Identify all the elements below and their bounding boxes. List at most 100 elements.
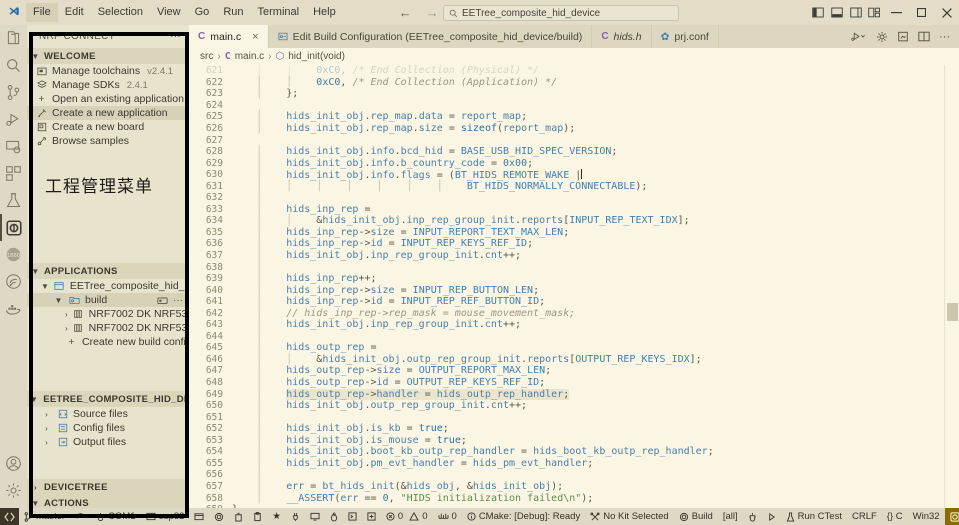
sidebar-item-create-new-board[interactable]: Create a new board (27, 120, 189, 134)
sidebar-item-output-files[interactable]: › Output files (27, 435, 189, 449)
sidebar-item-create-new-application[interactable]: Create a new application (27, 106, 189, 120)
tab-hids-h[interactable]: C hids.h (592, 25, 652, 48)
sidebar-item-browse-samples[interactable]: Browse samples (27, 134, 189, 148)
extensions-icon[interactable] (0, 160, 27, 187)
toggle-secondary-sidebar-icon[interactable] (846, 0, 865, 25)
status-eol[interactable]: CRLF (847, 508, 882, 525)
build-action-icon[interactable] (157, 296, 168, 305)
status-warnings[interactable]: 0 (408, 508, 432, 525)
nrf-connect-icon[interactable] (0, 214, 27, 241)
account-icon[interactable] (0, 450, 27, 477)
sidebar-item-source-files[interactable]: › Source files (27, 407, 189, 421)
status-plug[interactable] (286, 508, 305, 525)
sidebar-item-build[interactable]: ▼ build ··· (27, 293, 189, 307)
status-cmake[interactable]: CMake: [Debug]: Ready (462, 508, 585, 525)
section-header-welcome[interactable]: ▼ WELCOME (27, 48, 189, 64)
section-header-applications[interactable]: ▼ APPLICATIONS (27, 263, 189, 279)
iot-wifi-icon[interactable] (0, 268, 27, 295)
status-sync[interactable] (70, 508, 91, 525)
status-board[interactable]: esp32 (141, 508, 190, 525)
sidebar-item-create-new-build-configuration[interactable]: + Create new build configurat... (27, 335, 189, 349)
menu-edit[interactable]: Edit (58, 3, 91, 22)
editor-scrollbar-thumb[interactable] (947, 303, 958, 321)
sidebar-item-board-net[interactable]: › NRF7002 DK NRF5340 net... (27, 321, 189, 335)
code-editor[interactable]: 621 │ │ 0xC0, /* End Collection (Physica… (189, 65, 959, 508)
build-action-icon[interactable] (897, 31, 909, 43)
minimize-icon[interactable] (884, 0, 909, 25)
status-debug-target[interactable] (743, 508, 762, 525)
settings-gear-icon[interactable] (0, 477, 27, 504)
sidebar-item-open-existing-application[interactable]: + Open an existing application (27, 92, 189, 106)
sidebar-item-config-files[interactable]: › Config files (27, 421, 189, 435)
status-run-ctest[interactable]: Run CTest (781, 508, 847, 525)
menu-selection[interactable]: Selection (91, 3, 150, 22)
sidebar-item-manage-sdks[interactable]: Manage SDKs 2.4.1 (27, 78, 189, 92)
remote-explorer-icon[interactable] (0, 133, 27, 160)
status-language-mode[interactable]: {} C (882, 508, 908, 525)
breadcrumb-file[interactable]: main.c (235, 51, 264, 62)
status-folder-open[interactable] (189, 508, 209, 525)
customize-layout-icon[interactable] (865, 0, 884, 25)
sidebar-item-board-app[interactable]: › NRF7002 DK NRF5340 ap... (27, 307, 189, 321)
breadcrumb-symbol[interactable]: hid_init(void) (288, 51, 345, 62)
explorer-icon[interactable] (0, 25, 27, 52)
menu-go[interactable]: Go (188, 3, 217, 22)
testing-beaker-icon[interactable] (0, 187, 27, 214)
platformio-icon[interactable]: 1880 (0, 241, 27, 268)
chevron-right-icon[interactable]: › (65, 310, 68, 319)
chevron-right-icon[interactable]: › (41, 424, 52, 433)
menu-help[interactable]: Help (306, 3, 343, 22)
more-actions-icon[interactable]: ··· (170, 31, 181, 42)
section-header-devicetree[interactable]: › DEVICETREE (27, 479, 189, 495)
search-icon[interactable] (0, 52, 27, 79)
status-serial-port[interactable]: COM1 (91, 508, 140, 525)
status-remote-window[interactable] (0, 508, 19, 525)
toggle-panel-icon[interactable] (827, 0, 846, 25)
status-build-target[interactable]: [all] (718, 508, 743, 525)
chevron-down-icon[interactable]: ▼ (53, 296, 64, 305)
status-nrf-project[interactable]: EETree_composite_hid_device: build (944, 508, 959, 525)
arrow-right-icon[interactable]: → (426, 5, 439, 20)
status-platform[interactable]: Win32 (908, 508, 945, 525)
status-terminal-box[interactable] (343, 508, 362, 525)
arrow-left-icon[interactable]: ← (399, 5, 412, 20)
more-actions-icon[interactable]: ··· (939, 31, 950, 43)
sidebar-item-application[interactable]: ▼ EETree_composite_hid_device... (27, 279, 189, 293)
chevron-right-icon[interactable]: › (41, 410, 52, 419)
status-build-gear[interactable] (209, 508, 229, 525)
status-monitor[interactable] (305, 508, 325, 525)
tab-edit-build-configuration[interactable]: Edit Build Configuration (EETree_composi… (269, 25, 593, 48)
status-trash[interactable] (229, 508, 248, 525)
status-add-box[interactable] (362, 508, 381, 525)
maximize-icon[interactable] (909, 0, 934, 25)
chevron-right-icon[interactable]: › (41, 438, 52, 447)
chevron-right-icon[interactable]: › (65, 324, 68, 333)
docker-icon[interactable] (0, 295, 27, 322)
sidebar-item-manage-toolchains[interactable]: Manage toolchains v2.4.1 (27, 64, 189, 78)
close-icon[interactable] (934, 0, 959, 25)
menu-terminal[interactable]: Terminal (251, 3, 307, 22)
more-actions-icon[interactable]: ··· (173, 295, 183, 306)
status-flame[interactable] (325, 508, 343, 525)
tab-main-c[interactable]: C main.c × (189, 25, 269, 48)
status-cmake-build[interactable]: Build (674, 508, 718, 525)
tab-prj-conf[interactable]: ✿ prj.conf (652, 25, 719, 48)
toggle-primary-sidebar-icon[interactable] (808, 0, 827, 25)
menu-run[interactable]: Run (216, 3, 250, 22)
status-star[interactable]: ★ (267, 508, 286, 525)
status-branch[interactable]: master (19, 508, 70, 525)
breadcrumb-src[interactable]: src (200, 51, 213, 62)
source-control-icon[interactable] (0, 79, 27, 106)
status-ports[interactable]: 0 (433, 508, 462, 525)
split-editor-icon[interactable] (918, 31, 930, 42)
close-icon[interactable]: × (252, 31, 258, 43)
run-and-debug-icon[interactable] (0, 106, 27, 133)
chevron-down-icon[interactable]: ▼ (41, 282, 49, 291)
command-center-search[interactable]: EETree_composite_hid_device (443, 5, 679, 21)
menu-view[interactable]: View (150, 3, 188, 22)
run-debug-dropdown-icon[interactable] (851, 31, 867, 42)
section-header-project-files[interactable]: ▼ EETREE_COMPOSITE_HID_DEVICE build (27, 391, 240, 407)
status-kit[interactable]: No Kit Selected (585, 508, 673, 525)
status-clipboard[interactable] (248, 508, 267, 525)
status-launch[interactable] (762, 508, 781, 525)
